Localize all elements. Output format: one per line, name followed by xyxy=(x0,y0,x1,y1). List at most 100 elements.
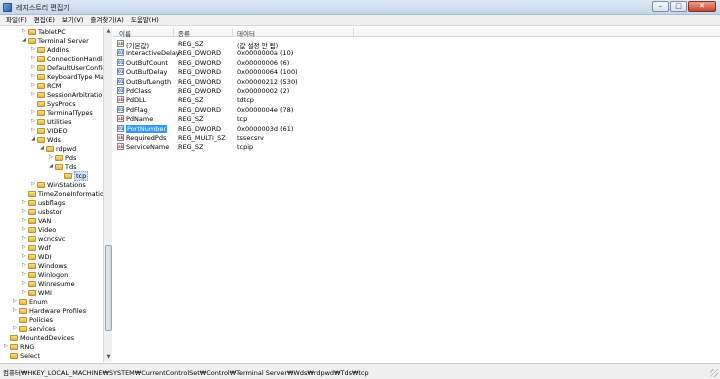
tree-item[interactable]: ▷ Utilities xyxy=(30,117,71,126)
maximize-button[interactable]: □ xyxy=(670,1,687,12)
value-row[interactable]: ab ServiceName REG_SZ tcpip xyxy=(113,142,413,151)
tree-item[interactable]: ▷ ConnectionHandler xyxy=(30,54,109,63)
expand-arrow-icon[interactable]: ▷ xyxy=(21,199,27,206)
tree-item[interactable]: TimeZoneInformation xyxy=(21,189,108,198)
expand-arrow-icon[interactable]: ▷ xyxy=(48,154,54,161)
expand-arrow-icon[interactable]: ▷ xyxy=(30,64,36,71)
tree-item[interactable]: ▷ VAN xyxy=(21,216,51,225)
expand-arrow-icon[interactable]: ▷ xyxy=(12,325,18,332)
expand-arrow-icon[interactable]: ▷ xyxy=(21,253,27,260)
tree-item[interactable]: ▷ RNG xyxy=(3,342,34,351)
tree-item[interactable]: ▷ Pds xyxy=(48,153,76,162)
values-list[interactable]: 이름 종류 데이터 ab (기본값) REG_SZ (값 설정 안 됨) 01 Inter… xyxy=(113,27,720,362)
column-data-header[interactable]: 데이터 xyxy=(237,28,255,38)
value-row[interactable]: 01 PdClass REG_DWORD 0x00000002 (2) xyxy=(113,86,413,95)
expand-arrow-icon[interactable]: ▷ xyxy=(30,82,36,89)
resize-grip-icon[interactable] xyxy=(710,369,718,377)
expand-arrow-icon[interactable]: ▷ xyxy=(30,118,36,125)
expand-arrow-icon[interactable]: ▷ xyxy=(21,208,27,215)
collapse-arrow-icon[interactable]: ◢ xyxy=(21,37,27,44)
column-name-header[interactable]: 이름 xyxy=(119,28,131,38)
expand-arrow-icon[interactable]: ▷ xyxy=(30,46,36,53)
column-divider[interactable] xyxy=(353,28,354,36)
tree-item[interactable]: ▷ WinStations xyxy=(30,180,86,189)
registry-tree[interactable]: ▷ TabletPC ◢ Terminal Server ▷ AddIns ▷ Connect… xyxy=(0,27,112,362)
minimize-button[interactable]: – xyxy=(652,1,669,12)
value-row[interactable]: 01 InteractiveDelay REG_DWORD 0x0000000a (1… xyxy=(113,48,413,57)
collapse-arrow-icon[interactable]: ◢ xyxy=(39,145,45,152)
value-row[interactable]: 01 OutBufLength REG_DWORD 0x00000212 (530) xyxy=(113,77,413,86)
expand-arrow-icon[interactable]: ▷ xyxy=(21,244,27,251)
expand-arrow-icon[interactable]: ▷ xyxy=(30,55,36,62)
tree-item[interactable]: SysProcs xyxy=(30,99,76,108)
tree-item[interactable]: ▷ Windows xyxy=(21,261,67,270)
tree-item[interactable]: ▷ WDI xyxy=(21,252,51,261)
value-row[interactable]: 01 OutBufDelay REG_DWORD 0x00000064 (100) xyxy=(113,67,413,76)
tree-item[interactable]: ◢ rdpwd xyxy=(39,144,76,153)
tree-item[interactable]: ▷ services xyxy=(12,324,56,333)
tree-item[interactable]: Select xyxy=(3,351,40,360)
tree-item[interactable]: ▷ Enum xyxy=(12,297,48,306)
scroll-up-icon[interactable]: ▲ xyxy=(105,28,112,35)
value-row[interactable]: 01 OutBufCount REG_DWORD 0x00000006 (6) xyxy=(113,58,413,67)
tree-item[interactable]: Policies xyxy=(12,315,53,324)
tree-item[interactable]: ◢ Terminal Server xyxy=(21,36,89,45)
expand-arrow-icon[interactable]: ▷ xyxy=(21,280,27,287)
expand-arrow-icon[interactable]: ▷ xyxy=(21,226,27,233)
value-row[interactable]: 01 PortNumber REG_DWORD 0x0000003d (61) xyxy=(113,124,413,133)
expand-arrow-icon[interactable]: ▷ xyxy=(12,298,18,305)
tree-item[interactable]: ▷ Winlogon xyxy=(21,270,68,279)
tree-item[interactable]: ▷ TerminalTypes xyxy=(30,108,93,117)
tree-item[interactable]: ▷ usbflags xyxy=(21,198,65,207)
tree-item[interactable]: ▷ Wdf xyxy=(21,243,51,252)
column-type-header[interactable]: 종류 xyxy=(178,28,190,38)
scroll-thumb[interactable] xyxy=(105,245,112,331)
tree-item[interactable]: ▷ VIDEO xyxy=(30,126,68,135)
expand-arrow-icon[interactable]: ▷ xyxy=(30,109,36,116)
scroll-down-icon[interactable]: ▼ xyxy=(105,354,112,361)
collapse-arrow-icon[interactable]: ◢ xyxy=(30,136,36,143)
tree-item[interactable]: ▷ Hardware Profiles xyxy=(12,306,86,315)
menu-edit[interactable]: 편집(E) xyxy=(34,15,55,25)
expand-arrow-icon[interactable]: ▷ xyxy=(21,271,27,278)
expand-arrow-icon[interactable]: ▷ xyxy=(30,127,36,134)
expand-arrow-icon[interactable]: ▷ xyxy=(30,73,36,80)
tree-item[interactable]: ▷ RCM xyxy=(30,81,61,90)
expand-arrow-icon[interactable]: ▷ xyxy=(21,28,27,35)
title-bar[interactable]: 레지스트리 편집기 – □ ✕ xyxy=(0,0,720,15)
tree-item[interactable]: MountedDevices xyxy=(3,333,74,342)
tree-item[interactable]: ▷ Winresume xyxy=(21,279,75,288)
value-row[interactable]: ab RequiredPds REG_MULTI_SZ tssecsrv xyxy=(113,133,413,142)
expand-arrow-icon[interactable]: ▷ xyxy=(21,262,27,269)
tree-scrollbar[interactable]: ▲ ▼ xyxy=(103,27,112,362)
expand-arrow-icon[interactable]: ▷ xyxy=(30,91,36,98)
expand-arrow-icon[interactable]: ▷ xyxy=(12,307,18,314)
menu-favorites[interactable]: 즐겨찾기(A) xyxy=(90,15,123,25)
expand-arrow-icon[interactable]: ▷ xyxy=(21,289,27,296)
value-row[interactable]: 01 PdFlag REG_DWORD 0x0000004e (78) xyxy=(113,105,413,114)
expand-arrow-icon[interactable]: ▷ xyxy=(3,343,9,350)
menu-view[interactable]: 보기(V) xyxy=(62,15,83,25)
tree-item[interactable]: ▷ SessionArbitration xyxy=(30,90,106,99)
column-divider[interactable] xyxy=(232,28,233,36)
tree-item[interactable]: ▷KeyboardType Mapping xyxy=(30,72,111,81)
tree-item[interactable]: ▷ usbstor xyxy=(21,207,62,216)
column-divider[interactable] xyxy=(173,28,174,36)
expand-arrow-icon[interactable]: ▷ xyxy=(21,235,27,242)
menu-help[interactable]: 도움말(H) xyxy=(131,15,159,25)
tree-item[interactable]: ▷ WMI xyxy=(21,288,52,297)
tree-item[interactable]: ▷ DefaultUserConfig xyxy=(30,63,106,72)
expand-arrow-icon[interactable]: ▷ xyxy=(30,181,36,188)
value-row[interactable]: ab PdName REG_SZ tcp xyxy=(113,114,413,123)
tree-item[interactable]: ▷ AddIns xyxy=(30,45,69,54)
tree-item[interactable]: ▷ TabletPC xyxy=(21,27,66,36)
expand-arrow-icon[interactable]: ▷ xyxy=(21,217,27,224)
value-row[interactable]: ab PdDLL REG_SZ tdtcp xyxy=(113,95,413,104)
tree-item[interactable]: ◢ Tds xyxy=(48,162,76,171)
close-button[interactable]: ✕ xyxy=(688,1,716,12)
tree-item[interactable]: ◢ Wds xyxy=(30,135,61,144)
value-row[interactable]: ab (기본값) REG_SZ (값 설정 안 됨) xyxy=(113,39,413,50)
tree-item[interactable]: tcp xyxy=(57,170,89,181)
tree-item[interactable]: ▷ Video xyxy=(21,225,56,234)
collapse-arrow-icon[interactable]: ◢ xyxy=(48,163,54,170)
